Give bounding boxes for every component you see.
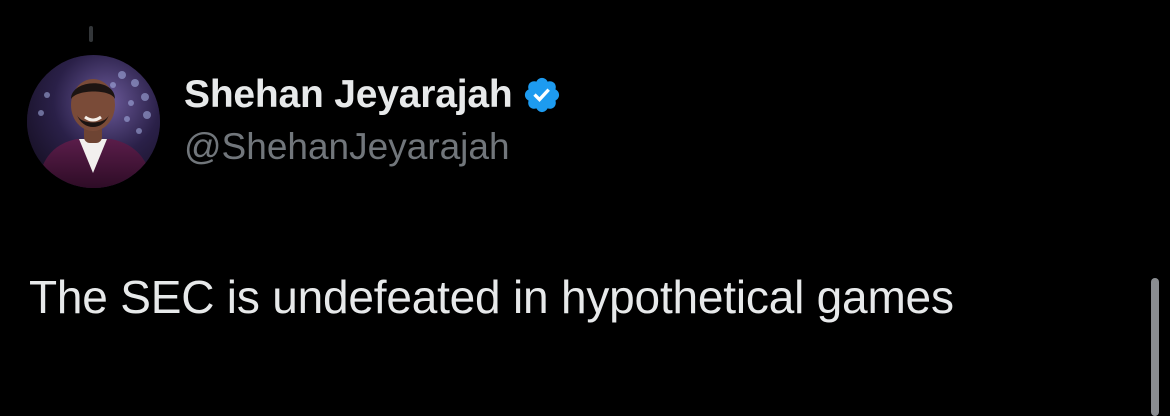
reply-thread-line: [89, 26, 93, 42]
verified-badge-icon[interactable]: [522, 75, 562, 115]
tweet-author[interactable]: Shehan Jeyarajah @ShehanJeyarajah: [184, 70, 562, 168]
author-handle[interactable]: @ShehanJeyarajah: [184, 126, 562, 168]
author-name-row: Shehan Jeyarajah: [184, 70, 562, 120]
avatar[interactable]: [27, 55, 160, 188]
scrollbar[interactable]: [1151, 278, 1159, 416]
profile-photo: [27, 55, 160, 188]
tweet-text: The SEC is undefeated in hypothetical ga…: [29, 271, 954, 323]
author-display-name[interactable]: Shehan Jeyarajah: [184, 73, 513, 117]
